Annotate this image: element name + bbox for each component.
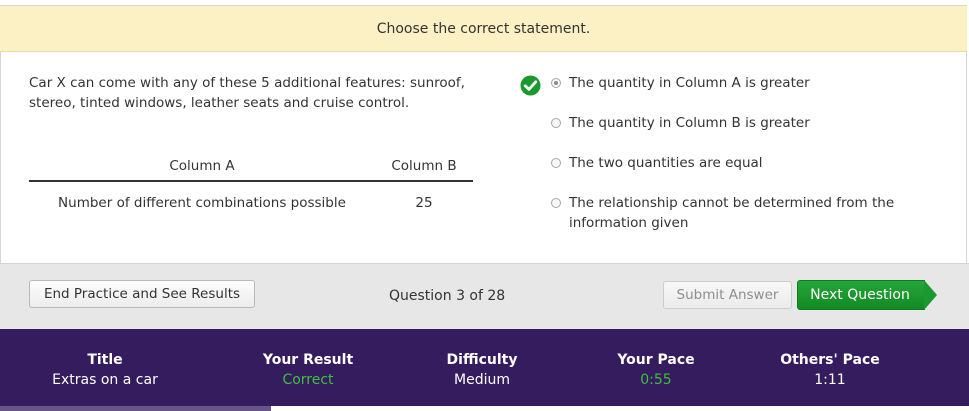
stat-difficulty: Difficulty Medium bbox=[447, 350, 518, 390]
column-b-quantity: 25 bbox=[415, 195, 433, 211]
stats-bar: Title Extras on a car Your Result Correc… bbox=[0, 329, 969, 406]
radio-button[interactable] bbox=[551, 78, 561, 88]
stat-label: Others' Pace bbox=[780, 352, 880, 368]
stat-label: Your Result bbox=[262, 352, 354, 368]
radio-button[interactable] bbox=[551, 158, 561, 168]
progress-fill bbox=[0, 406, 272, 411]
choice-label: The quantity in Column A is greater bbox=[569, 75, 810, 91]
stat-label: Title bbox=[87, 352, 123, 368]
radio-button[interactable] bbox=[551, 118, 561, 128]
end-practice-button[interactable]: End Practice and See Results bbox=[29, 280, 255, 308]
table-header-row: Column A Column B bbox=[29, 151, 473, 182]
comparison-table: Column A Column B Number of different co… bbox=[29, 151, 473, 224]
stat-label: Difficulty bbox=[446, 352, 518, 368]
stat-value: 1:11 bbox=[814, 372, 846, 388]
practice-progress-bar bbox=[0, 406, 969, 411]
stat-value: 0:55 bbox=[640, 372, 672, 388]
submit-answer-button[interactable]: Submit Answer bbox=[663, 281, 792, 309]
stat-others-pace: Others' Pace 1:11 bbox=[780, 350, 880, 390]
column-a-quantity: Number of different combinations possibl… bbox=[58, 195, 346, 211]
instruction-text: Choose the correct statement. bbox=[376, 20, 591, 37]
column-b-header: Column B bbox=[375, 151, 473, 182]
radio-button[interactable] bbox=[551, 198, 561, 208]
stat-your-pace: Your Pace 0:55 bbox=[617, 350, 694, 390]
stat-value: Medium bbox=[454, 372, 510, 388]
stat-result: Your Result Correct bbox=[263, 350, 353, 390]
column-a-header: Column A bbox=[29, 151, 375, 182]
stat-label: Your Pace bbox=[617, 352, 695, 368]
choice-label: The two quantities are equal bbox=[569, 155, 763, 171]
question-counter: Question 3 of 28 bbox=[389, 288, 506, 304]
stat-value: Extras on a car bbox=[52, 372, 158, 388]
stat-title: Title Extras on a car bbox=[52, 350, 158, 390]
choice-label: The relationship cannot be determined fr… bbox=[569, 195, 895, 231]
next-question-button[interactable]: Next Question bbox=[797, 280, 925, 310]
question-stem: Car X can come with any of these 5 addit… bbox=[29, 75, 465, 111]
choice-label: The quantity in Column B is greater bbox=[569, 115, 810, 131]
next-arrow-icon[interactable] bbox=[924, 280, 937, 310]
table-row: Number of different combinations possibl… bbox=[29, 181, 473, 224]
check-circle-icon bbox=[520, 75, 541, 96]
stat-value: Correct bbox=[282, 372, 334, 388]
instruction-banner: Choose the correct statement. bbox=[0, 6, 967, 52]
